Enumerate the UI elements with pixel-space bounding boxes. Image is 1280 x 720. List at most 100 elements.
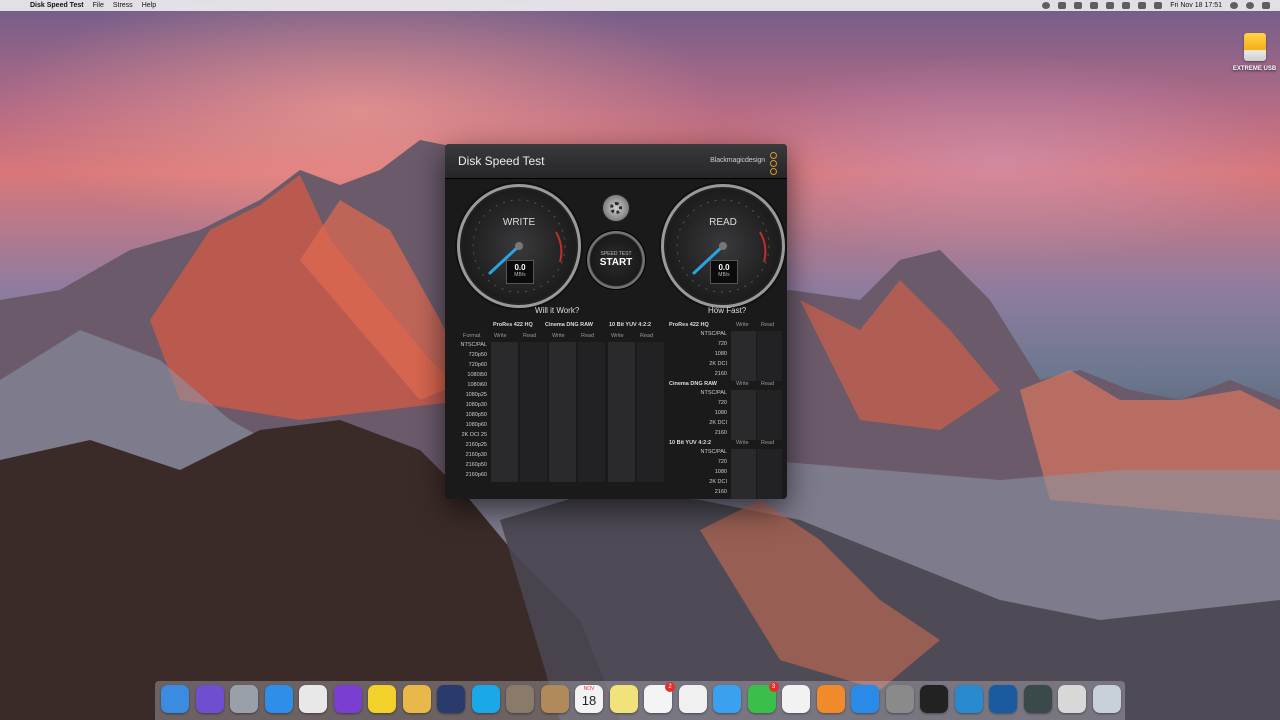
facetime-icon[interactable]: 3: [747, 682, 779, 713]
hf-col-label: Read: [761, 440, 775, 446]
hf-read-column: [757, 390, 782, 440]
hf-codec-header: ProRes 422 HQ: [669, 322, 709, 328]
hf-format-row: 2K DCI: [709, 420, 727, 426]
start-button-label: START: [599, 257, 633, 268]
finder-icon[interactable]: [161, 685, 189, 713]
status-time-machine-icon[interactable]: [1090, 2, 1099, 9]
hf-codec-header: Cinema DNG RAW: [669, 381, 717, 387]
messages-icon[interactable]: [713, 685, 741, 713]
hf-format-row: 1080: [714, 469, 727, 475]
hf-read-column: [757, 449, 782, 499]
write-value: 0.0: [514, 263, 526, 272]
hf-col-label: Write: [736, 440, 749, 446]
menu-bar: Disk Speed Test File Stress Help Fri Nov…: [0, 0, 1280, 11]
menu-app-name[interactable]: Disk Speed Test: [30, 2, 84, 9]
hf-format-row: NTSC/PAL: [700, 390, 728, 396]
system-preferences-icon[interactable]: [885, 685, 914, 713]
hf-format-row: 2160: [714, 489, 727, 495]
hf-format-row: NTSC/PAL: [700, 449, 728, 455]
notification-center-icon[interactable]: [1262, 2, 1270, 9]
status-wifi-icon[interactable]: [1122, 2, 1131, 9]
phpstorm-icon[interactable]: [333, 685, 362, 713]
app-store-icon[interactable]: [851, 685, 879, 713]
status-record-icon[interactable]: [1042, 2, 1051, 9]
usb-drive-icon[interactable]: [1243, 33, 1266, 61]
status-dropbox-icon[interactable]: [1074, 2, 1083, 9]
screenshot-icon[interactable]: [1058, 685, 1086, 713]
dock-badge: 2: [665, 682, 675, 692]
trash-icon[interactable]: [1092, 685, 1121, 713]
wiw-format-row: 1080p25: [465, 392, 487, 398]
cyberduck-icon[interactable]: [368, 685, 396, 713]
hf-col-label: Read: [761, 322, 775, 328]
wiw-result-column: [549, 342, 576, 482]
calendar-icon[interactable]: NOV 18: [575, 685, 603, 713]
hf-read-column: [757, 331, 782, 381]
itunes-icon[interactable]: [782, 685, 810, 713]
notefile-icon[interactable]: [540, 685, 569, 713]
wiw-result-column: [608, 342, 635, 482]
sequel-pro-icon[interactable]: [402, 685, 431, 713]
disk-speed-test-window: Disk Speed Test Blackmagicdesign WRITE 0…: [445, 144, 787, 499]
notes-icon[interactable]: [609, 685, 638, 713]
hf-col-label: Write: [736, 322, 749, 328]
wiw-format-row: 2K DCI 25: [461, 432, 487, 438]
wiw-codec-header: Cinema DNG RAW: [545, 322, 593, 328]
user-icon[interactable]: [1246, 2, 1254, 9]
menu-file[interactable]: File: [93, 2, 104, 9]
brand-logo: Blackmagicdesign: [710, 157, 765, 164]
read-gauge: READ 0.0 MB/s: [661, 184, 785, 308]
spotlight-icon[interactable]: [1230, 2, 1238, 9]
read-unit: MB/s: [718, 272, 730, 278]
desktop-drive[interactable]: EXTREME USB: [1232, 33, 1277, 72]
wiw-format-row: 2160p50: [465, 462, 487, 468]
menu-help[interactable]: Help: [142, 2, 156, 9]
how-fast-title: How Fast?: [708, 306, 747, 315]
apple-menu-icon[interactable]: [12, 2, 20, 10]
terminal-icon[interactable]: [920, 685, 948, 713]
menu-stress[interactable]: Stress: [113, 2, 133, 9]
wiw-codec-header: ProRes 422 HQ: [493, 322, 533, 328]
hf-format-row: 720: [717, 459, 727, 465]
drive-label: EXTREME USB: [1232, 66, 1277, 72]
write-gauge-label: WRITE: [502, 217, 536, 228]
safari-icon[interactable]: [264, 685, 293, 713]
launchpad-icon[interactable]: [230, 685, 258, 713]
photos-icon[interactable]: [678, 685, 707, 713]
hf-format-row: 2K DCI: [709, 361, 727, 367]
status-battery-icon[interactable]: [1154, 2, 1163, 9]
wiw-format-row: 1080i50: [467, 372, 487, 378]
preview-icon[interactable]: [954, 685, 983, 713]
start-button[interactable]: SPEED TEST START: [586, 230, 646, 290]
brand-dots-icon: [770, 152, 777, 176]
status-menu-icon[interactable]: [1058, 2, 1067, 9]
hf-format-row: 2160: [714, 430, 727, 436]
menu-clock[interactable]: Fri Nov 18 17:51: [1170, 2, 1222, 9]
wiw-col-label: Write: [611, 333, 624, 339]
dock: NOV 18 2 3: [155, 681, 1125, 720]
wiw-col-label: Read: [523, 333, 537, 339]
gear-icon: [610, 202, 622, 214]
status-bluetooth-icon[interactable]: [1106, 2, 1115, 9]
hf-format-row: 2160: [714, 371, 727, 377]
read-value: 0.0: [718, 263, 730, 272]
wiw-format-row: 720p60: [468, 362, 487, 368]
ibooks-icon[interactable]: [816, 685, 845, 713]
window-titlebar[interactable]: Disk Speed Test Blackmagicdesign: [445, 144, 787, 179]
skype-icon[interactable]: [471, 685, 500, 713]
reminders-icon[interactable]: 2: [644, 682, 675, 713]
first-aid-icon[interactable]: [437, 685, 465, 713]
chrome-icon[interactable]: [299, 685, 327, 713]
hf-format-row: 720: [717, 341, 727, 347]
settings-button[interactable]: [602, 194, 630, 222]
read-readout: 0.0 MB/s: [710, 260, 738, 284]
hf-write-column: [731, 390, 756, 440]
status-volume-icon[interactable]: [1138, 2, 1147, 9]
window-title: Disk Speed Test: [458, 154, 545, 168]
notebooks-icon[interactable]: [506, 685, 534, 713]
wiw-format-row: 1080p30: [465, 402, 487, 408]
disk-speed-test-icon[interactable]: [1023, 685, 1052, 713]
quicktime-icon[interactable]: [989, 685, 1017, 713]
wiw-result-column: [520, 342, 547, 482]
siri-icon[interactable]: [195, 685, 224, 713]
